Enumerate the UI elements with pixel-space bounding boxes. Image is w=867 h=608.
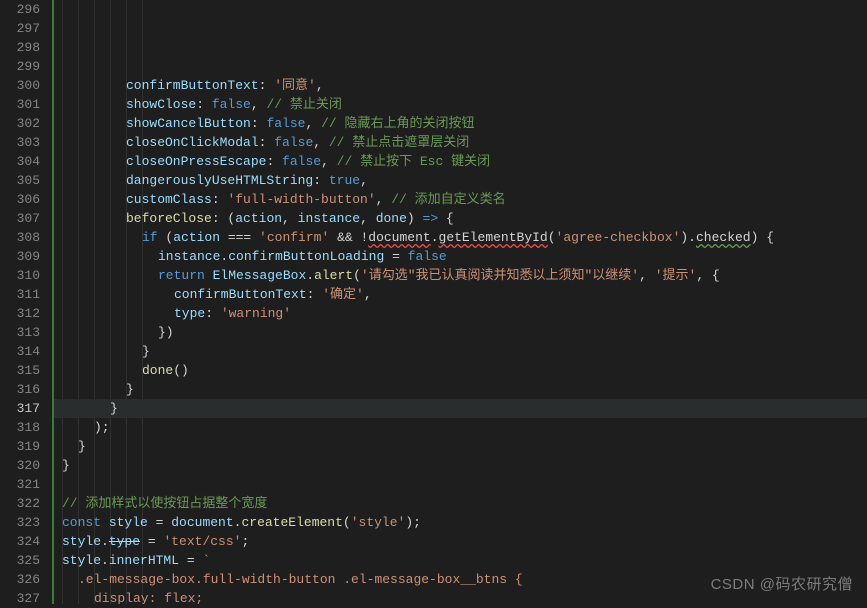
code-line[interactable]: done(): [54, 361, 867, 380]
line-number: 305: [0, 171, 40, 190]
code-line[interactable]: }: [54, 399, 867, 418]
code-line[interactable]: }: [54, 380, 867, 399]
code-line[interactable]: [54, 475, 867, 494]
line-number: 304: [0, 152, 40, 171]
code-line[interactable]: }: [54, 342, 867, 361]
line-number: 298: [0, 38, 40, 57]
line-number: 313: [0, 323, 40, 342]
code-line[interactable]: if (action === 'confirm' && !document.ge…: [54, 228, 867, 247]
code-line[interactable]: .el-message-box.full-width-button .el-me…: [54, 570, 867, 589]
line-number: 317: [0, 399, 40, 418]
line-number: 309: [0, 247, 40, 266]
line-number: 300: [0, 76, 40, 95]
code-line[interactable]: );: [54, 418, 867, 437]
code-line[interactable]: const style = document.createElement('st…: [54, 513, 867, 532]
line-number: 323: [0, 513, 40, 532]
line-number: 318: [0, 418, 40, 437]
line-number: 326: [0, 570, 40, 589]
line-number: 325: [0, 551, 40, 570]
code-line[interactable]: style.innerHTML = `: [54, 551, 867, 570]
line-number: 314: [0, 342, 40, 361]
code-line[interactable]: // 添加样式以使按钮占据整个宽度: [54, 494, 867, 513]
line-number: 319: [0, 437, 40, 456]
line-number: 303: [0, 133, 40, 152]
code-line[interactable]: type: 'warning': [54, 304, 867, 323]
code-line[interactable]: return ElMessageBox.alert('请勾选"我已认真阅读并知悉…: [54, 266, 867, 285]
code-line[interactable]: display: flex;: [54, 589, 867, 604]
line-number: 308: [0, 228, 40, 247]
code-line[interactable]: showCancelButton: false, // 隐藏右上角的关闭按钮: [54, 114, 867, 133]
code-line[interactable]: instance.confirmButtonLoading = false: [54, 247, 867, 266]
code-line[interactable]: confirmButtonText: '确定',: [54, 285, 867, 304]
code-line[interactable]: closeOnPressEscape: false, // 禁止按下 Esc 键…: [54, 152, 867, 171]
code-line[interactable]: beforeClose: (action, instance, done) =>…: [54, 209, 867, 228]
code-line[interactable]: customClass: 'full-width-button', // 添加自…: [54, 190, 867, 209]
line-number: 310: [0, 266, 40, 285]
line-number: 297: [0, 19, 40, 38]
line-number-gutter: 2962972982993003013023033043053063073083…: [0, 0, 54, 604]
line-number: 299: [0, 57, 40, 76]
line-number: 296: [0, 0, 40, 19]
line-number: 315: [0, 361, 40, 380]
code-line[interactable]: style.type = 'text/css';: [54, 532, 867, 551]
code-line[interactable]: }: [54, 456, 867, 475]
code-line[interactable]: closeOnClickModal: false, // 禁止点击遮罩层关闭: [54, 133, 867, 152]
line-number: 312: [0, 304, 40, 323]
code-line[interactable]: showClose: false, // 禁止关闭: [54, 95, 867, 114]
line-number: 321: [0, 475, 40, 494]
line-number: 320: [0, 456, 40, 475]
code-line[interactable]: }: [54, 437, 867, 456]
line-number: 322: [0, 494, 40, 513]
line-number: 324: [0, 532, 40, 551]
line-number: 302: [0, 114, 40, 133]
code-line[interactable]: confirmButtonText: '同意',: [54, 76, 867, 95]
line-number: 327: [0, 589, 40, 608]
line-number: 301: [0, 95, 40, 114]
line-number: 316: [0, 380, 40, 399]
line-number: 307: [0, 209, 40, 228]
line-number: 306: [0, 190, 40, 209]
code-line[interactable]: dangerouslyUseHTMLString: true,: [54, 171, 867, 190]
code-area[interactable]: confirmButtonText: '同意',showClose: false…: [54, 0, 867, 604]
line-number: 311: [0, 285, 40, 304]
code-editor[interactable]: 2962972982993003013023033043053063073083…: [0, 0, 867, 604]
code-line[interactable]: }): [54, 323, 867, 342]
